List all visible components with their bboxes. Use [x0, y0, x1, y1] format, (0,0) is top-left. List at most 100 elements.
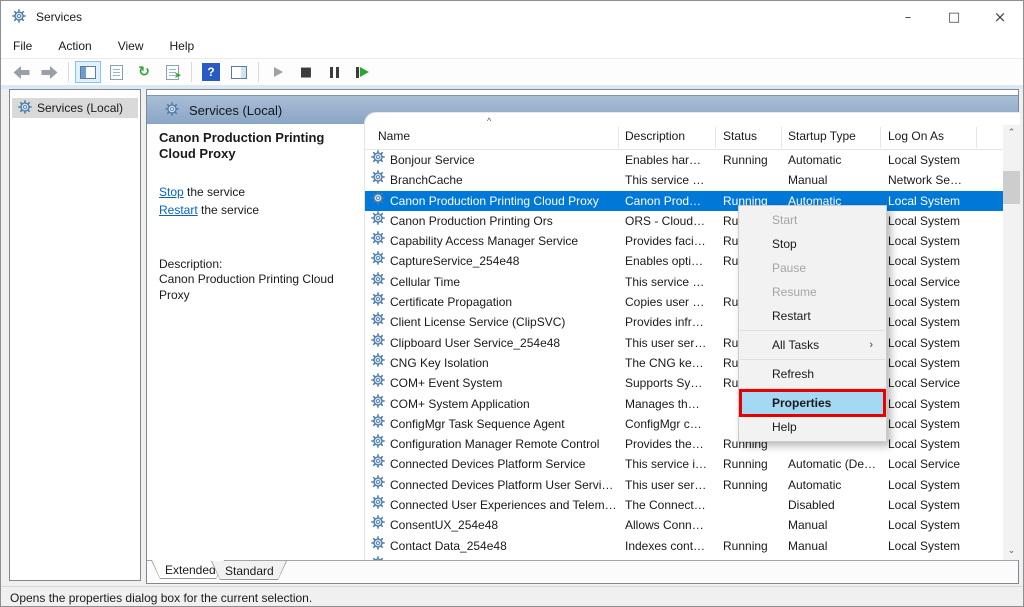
table-row[interactable]: Configuration Manager Remote Control Pro…: [365, 434, 1004, 454]
service-name-cell: ConfigMgr Task Sequence Agent: [371, 414, 617, 434]
menu-file[interactable]: File: [13, 39, 32, 53]
context-menu-item-resume: Resume: [739, 280, 886, 304]
menu-help[interactable]: Help: [170, 39, 195, 53]
toolbar: ↻ ➤ ? ■: [1, 59, 1023, 85]
show-console-tree-icon[interactable]: [75, 61, 101, 83]
view-tabs: Extended Standard: [147, 560, 1018, 583]
service-status-cell: Running: [723, 454, 783, 474]
service-description-cell: Enables opti…: [625, 251, 717, 271]
table-row[interactable]: Clipboard User Service_254e48 This user …: [365, 333, 1004, 353]
properties-icon[interactable]: [103, 61, 129, 83]
close-button[interactable]: ×: [977, 1, 1023, 33]
stop-service-icon[interactable]: ■: [293, 61, 319, 83]
context-menu-item-stop[interactable]: Stop: [739, 232, 886, 256]
service-logon-cell: Local System: [888, 434, 974, 454]
service-description-cell: Enables har…: [625, 150, 717, 170]
table-row[interactable]: ConsentUX_254e48 Allows Conn… Manual Loc…: [365, 515, 1004, 535]
restart-service-link[interactable]: Restart: [159, 203, 198, 217]
service-status-cell: [723, 495, 783, 515]
service-status-cell: Running: [723, 536, 783, 556]
tab-standard[interactable]: Standard: [211, 561, 287, 580]
table-row[interactable]: BranchCache This service … Manual Networ…: [365, 170, 1004, 190]
table-row[interactable]: COM+ System Application Manages th… Loca…: [365, 394, 1004, 414]
service-rows: Bonjour Service Enables har… Running Aut…: [365, 150, 1004, 560]
service-description-cell: This service …: [625, 170, 717, 190]
toolbar-separator: [68, 62, 69, 82]
service-name-cell: Client License Service (ClipSVC): [371, 312, 617, 332]
column-header-name[interactable]: Name: [378, 129, 410, 143]
pause-service-icon[interactable]: [321, 61, 347, 83]
service-logon-cell: Local System: [888, 394, 974, 414]
service-startup-cell: Automatic (De…: [788, 454, 884, 474]
show-action-pane-icon[interactable]: [226, 61, 252, 83]
service-description-cell: Provides infr…: [625, 312, 717, 332]
table-row[interactable]: Client License Service (ClipSVC) Provide…: [365, 312, 1004, 332]
service-logon-cell: Local System: [888, 312, 974, 332]
context-menu-item-restart[interactable]: Restart: [739, 304, 886, 328]
tree-item-services-local[interactable]: Services (Local): [12, 98, 138, 118]
table-row[interactable]: Connected Devices Platform User Servi… T…: [365, 475, 1004, 495]
table-row[interactable]: Capability Access Manager Service Provid…: [365, 231, 1004, 251]
table-row[interactable]: CNG Key Isolation The CNG ke… Running Lo…: [365, 353, 1004, 373]
service-description-cell: This user ser…: [625, 333, 717, 353]
menubar: File Action View Help: [1, 33, 1023, 59]
scroll-down-icon[interactable]: ⌄: [1003, 543, 1020, 559]
context-menu-item-help[interactable]: Help: [739, 415, 886, 439]
service-description-cell: This service …: [625, 272, 717, 292]
help-icon[interactable]: ?: [198, 61, 224, 83]
service-description-cell: Provides faci…: [625, 231, 717, 251]
service-description-cell: Indexes cont…: [625, 536, 717, 556]
service-description-cell: Supports Sy…: [625, 373, 717, 393]
service-startup-cell: Disabled: [788, 495, 884, 515]
restart-service-icon[interactable]: [349, 61, 375, 83]
service-startup-cell: Manual: [788, 515, 884, 535]
service-name-cell: CaptureService_254e48: [371, 251, 617, 271]
table-row[interactable]: Connected User Experiences and Telem… Th…: [365, 495, 1004, 515]
table-row[interactable]: Cellular Time This service … Local Servi…: [365, 272, 1004, 292]
context-menu-item-start: Start: [739, 208, 886, 232]
service-logon-cell: Local System: [888, 191, 974, 211]
service-logon-cell: Local Service: [888, 272, 974, 292]
stop-service-link[interactable]: Stop: [159, 185, 184, 199]
scrollbar-thumb[interactable]: [1003, 171, 1020, 204]
menu-action[interactable]: Action: [58, 39, 91, 53]
menu-view[interactable]: View: [118, 39, 144, 53]
scroll-up-icon[interactable]: ⌃: [1003, 125, 1020, 141]
service-name-cell: Connected Devices Platform Service: [371, 454, 617, 474]
table-row[interactable]: ConfigMgr Task Sequence Agent ConfigMgr …: [365, 414, 1004, 434]
stop-service-line: Stop the service: [159, 185, 359, 199]
start-service-icon[interactable]: [265, 61, 291, 83]
service-gear-icon: [371, 394, 385, 408]
refresh-icon[interactable]: ↻: [131, 61, 157, 83]
table-row[interactable]: Certificate Propagation Copies user … Ru…: [365, 292, 1004, 312]
vertical-scrollbar[interactable]: ⌃ ⌄: [1003, 125, 1020, 560]
minimize-button[interactable]: –: [885, 1, 931, 33]
table-row[interactable]: Bonjour Service Enables har… Running Aut…: [365, 150, 1004, 170]
table-row[interactable]: Connected Devices Platform Service This …: [365, 454, 1004, 474]
maximize-button[interactable]: □: [931, 1, 977, 33]
table-row[interactable]: Contact Data_254e48 Indexes cont… Runnin…: [365, 536, 1004, 556]
service-name-cell: Configuration Manager Remote Control: [371, 434, 617, 454]
back-icon[interactable]: [8, 61, 34, 83]
column-header-status[interactable]: Status: [723, 129, 757, 143]
service-gear-icon: [12, 9, 26, 23]
table-row[interactable]: Canon Production Printing Ors ORS - Clou…: [365, 211, 1004, 231]
context-menu-item-properties[interactable]: Properties: [741, 391, 884, 415]
selected-service-title: Canon Production Printing Cloud Proxy: [159, 130, 359, 163]
service-logon-cell: Local System: [888, 292, 974, 312]
table-row[interactable]: CaptureService_254e48 Enables opti… Runn…: [365, 251, 1004, 271]
context-menu-item-all-tasks[interactable]: All Tasks›: [739, 333, 886, 357]
export-list-icon[interactable]: ➤: [159, 61, 185, 83]
forward-icon[interactable]: [36, 61, 62, 83]
service-gear-icon: [371, 434, 385, 448]
context-menu-item-refresh[interactable]: Refresh: [739, 362, 886, 386]
service-name-cell: Canon Production Printing Ors: [371, 211, 617, 231]
table-row[interactable]: Canon Production Printing Cloud Proxy Ca…: [365, 191, 1004, 211]
service-description-cell: Canon Prod…: [625, 191, 717, 211]
column-header-startup-type[interactable]: Startup Type: [788, 129, 856, 143]
column-header-description[interactable]: Description: [625, 129, 685, 143]
service-name-cell: Clipboard User Service_254e48: [371, 333, 617, 353]
service-description-cell: Copies user …: [625, 292, 717, 312]
table-row[interactable]: COM+ Event System Supports Sy… Running L…: [365, 373, 1004, 393]
column-header-log-on-as[interactable]: Log On As: [888, 129, 944, 143]
